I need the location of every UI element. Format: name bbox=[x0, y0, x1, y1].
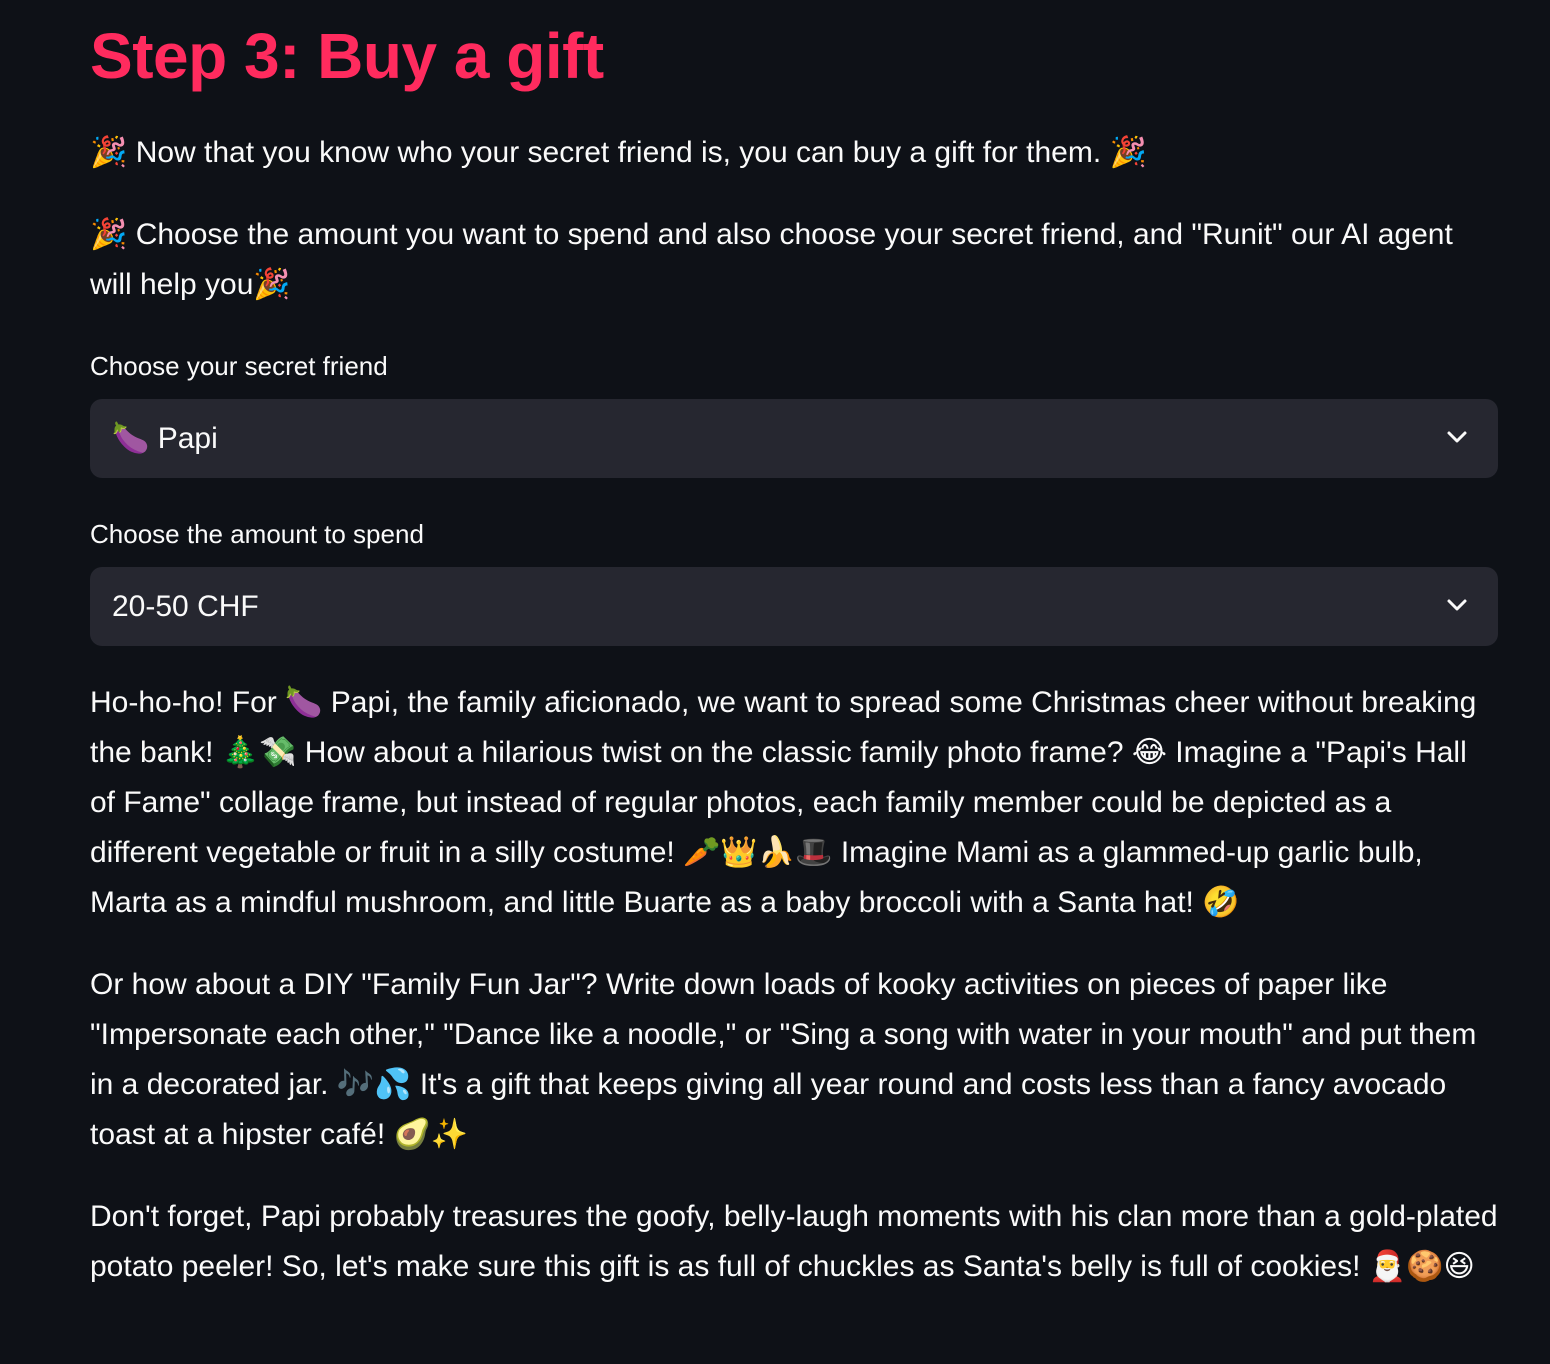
ai-response-paragraph: Or how about a DIY "Family Fun Jar"? Wri… bbox=[90, 968, 1477, 1151]
amount-select-value: 20-50 CHF bbox=[112, 590, 259, 623]
intro-text-1: 🎉 Now that you know who your secret frie… bbox=[90, 136, 1147, 169]
chevron-down-icon[interactable] bbox=[1446, 429, 1468, 445]
ai-response-paragraph: Don't forget, Papi probably treasures th… bbox=[90, 1200, 1498, 1283]
friend-select-value: 🍆 Papi bbox=[112, 422, 218, 455]
intro-text-2: 🎉 Choose the amount you want to spend an… bbox=[90, 218, 1453, 301]
amount-select[interactable]: 20-50 CHF bbox=[90, 567, 1498, 646]
friend-select-label: Choose your secret friend bbox=[90, 351, 388, 381]
ai-response-paragraph: Ho-ho-ho! For 🍆 Papi, the family aficion… bbox=[90, 686, 1477, 919]
page-title: Step 3: Buy a gift bbox=[90, 20, 604, 92]
chevron-down-icon[interactable] bbox=[1446, 597, 1468, 613]
amount-select-label: Choose the amount to spend bbox=[90, 519, 424, 549]
friend-select[interactable]: 🍆 Papi bbox=[90, 399, 1498, 478]
